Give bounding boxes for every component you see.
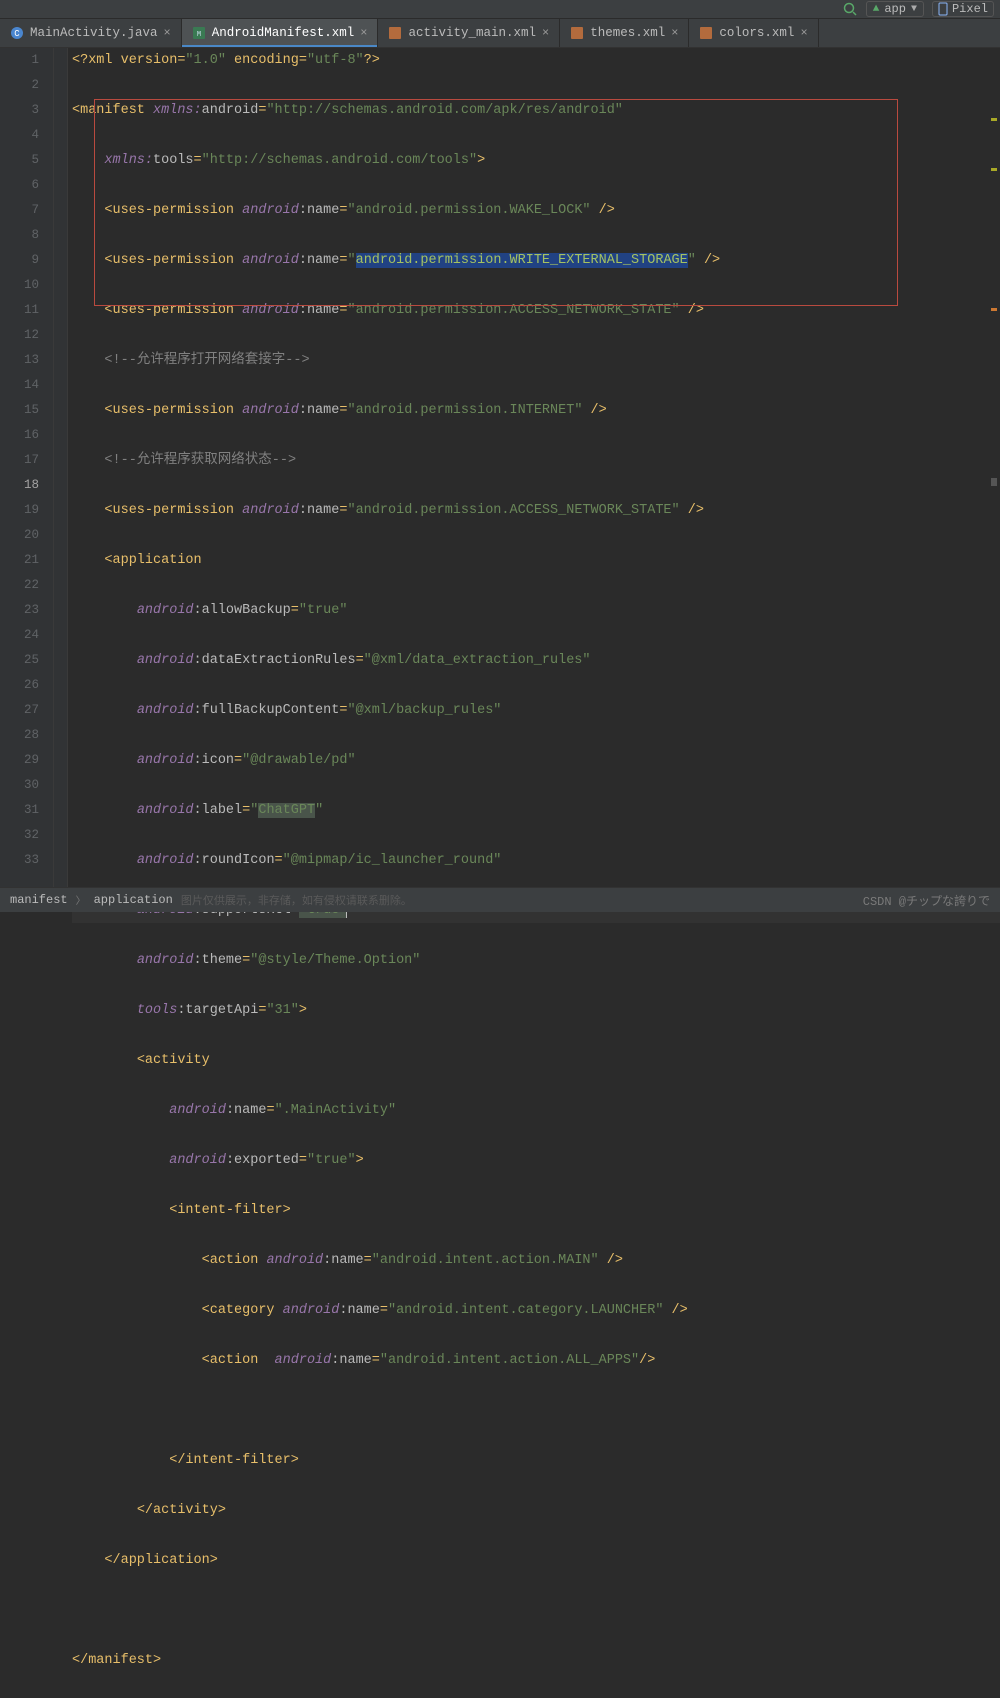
chevron-down-icon: ▼ (911, 4, 917, 15)
line-number: 18 (0, 473, 39, 498)
line-number: 1 (0, 48, 39, 73)
svg-text:M: M (197, 31, 201, 39)
tab-label: colors.xml (719, 26, 794, 40)
line-number: 4 (0, 123, 39, 148)
line-number: 11 (0, 298, 39, 323)
device-selector[interactable]: Pixel (932, 1, 994, 17)
tab-mainactivity[interactable]: C MainActivity.java × (0, 19, 182, 47)
line-number: 28 (0, 723, 39, 748)
layout-xml-icon (388, 26, 402, 40)
tab-themes[interactable]: themes.xml × (560, 19, 689, 47)
line-number: 10 (0, 273, 39, 298)
search-icon[interactable] (842, 1, 858, 17)
line-number: 27 (0, 698, 39, 723)
line-number: 25 (0, 648, 39, 673)
run-config-selector[interactable]: ▲ app ▼ (866, 1, 924, 17)
device-label: Pixel (952, 2, 988, 16)
close-icon[interactable]: × (800, 27, 807, 39)
breadcrumb-item[interactable]: application (94, 893, 173, 907)
line-number: 26 (0, 673, 39, 698)
close-icon[interactable]: × (542, 27, 549, 39)
run-icon: ▲ (873, 3, 880, 15)
line-number: 6 (0, 173, 39, 198)
tab-label: activity_main.xml (408, 26, 536, 40)
tab-androidmanifest[interactable]: M AndroidManifest.xml × (182, 19, 379, 47)
code-editor[interactable]: 1 2 3 4 5 6 7 8 9 10 11 12 13 14 15 16 1… (0, 48, 1000, 887)
line-number: 16 (0, 423, 39, 448)
line-number: 12 (0, 323, 39, 348)
line-number: 33 (0, 848, 39, 873)
close-icon[interactable]: × (164, 27, 171, 39)
line-number: 20 (0, 523, 39, 548)
manifest-icon: M (192, 26, 206, 40)
editor-scrollbar[interactable] (988, 48, 1000, 887)
line-number: 15 (0, 398, 39, 423)
line-number-gutter: 1 2 3 4 5 6 7 8 9 10 11 12 13 14 15 16 1… (0, 48, 54, 887)
tab-label: MainActivity.java (30, 26, 158, 40)
line-number: 22 (0, 573, 39, 598)
line-number: 23 (0, 598, 39, 623)
fold-gutter (54, 48, 68, 887)
tab-label: themes.xml (590, 26, 665, 40)
xml-icon (570, 26, 584, 40)
xml-icon (699, 26, 713, 40)
line-number: 2 (0, 73, 39, 98)
tab-label: AndroidManifest.xml (212, 26, 355, 40)
line-number: 9 (0, 248, 39, 273)
toolbar: ▲ app ▼ Pixel (0, 0, 1000, 19)
line-number: 19 (0, 498, 39, 523)
line-number: 29 (0, 748, 39, 773)
line-number: 7 (0, 198, 39, 223)
watermark-text: CSDN @チップな誇りで (863, 892, 990, 909)
breadcrumb-item[interactable]: manifest (10, 893, 68, 907)
line-number: 8 (0, 223, 39, 248)
svg-text:C: C (14, 29, 20, 39)
line-number: 24 (0, 623, 39, 648)
line-number: 21 (0, 548, 39, 573)
run-config-label: app (884, 2, 906, 16)
close-icon[interactable]: × (671, 27, 678, 39)
line-number: 31 (0, 798, 39, 823)
breadcrumb-bar: manifest 〉 application 图片仅供展示，非存储，如有侵权请联… (0, 887, 1000, 912)
editor-tabs: C MainActivity.java × M AndroidManifest.… (0, 19, 1000, 48)
line-number: 14 (0, 373, 39, 398)
java-class-icon: C (10, 26, 24, 40)
line-number: 30 (0, 773, 39, 798)
tab-activity-main[interactable]: activity_main.xml × (378, 19, 560, 47)
status-text: 图片仅供展示，非存储，如有侵权请联系删除。 (181, 892, 412, 908)
line-number: 17 (0, 448, 39, 473)
code-area[interactable]: <?xml version="1.0" encoding="utf-8"?> <… (68, 48, 1000, 887)
tab-colors[interactable]: colors.xml × (689, 19, 818, 47)
line-number: 32 (0, 823, 39, 848)
line-number: 3 (0, 98, 39, 123)
line-number: 5 (0, 148, 39, 173)
line-number: 13 (0, 348, 39, 373)
device-icon (938, 2, 948, 16)
chevron-right-icon: 〉 (76, 892, 86, 908)
close-icon[interactable]: × (360, 27, 367, 39)
